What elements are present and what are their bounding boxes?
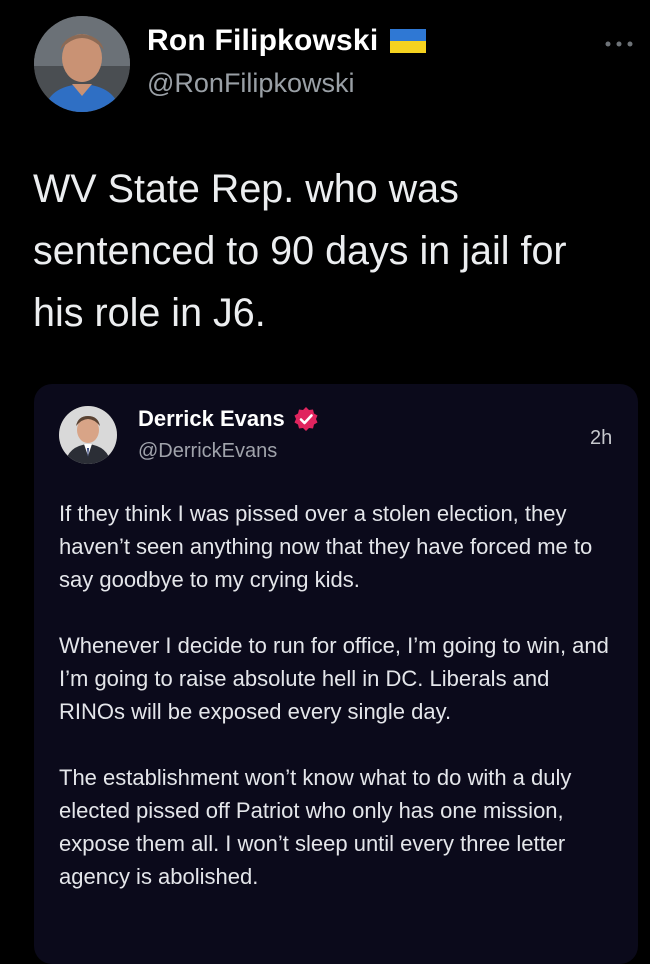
quote-paragraph: Whenever I decide to run for office, I’m… [59,633,609,724]
ukraine-flag-icon [390,29,427,53]
verified-badge-icon [293,406,319,432]
quote-author-handle[interactable]: @DerrickEvans [138,440,277,463]
quoted-tweet-card[interactable]: Derrick Evans @DerrickEvans 2h If they t… [34,384,638,964]
quote-name-row: Derrick Evans [138,406,319,432]
quote-author-name[interactable]: Derrick Evans [138,406,285,432]
more-horizontal-icon[interactable] [604,36,634,47]
tweet[interactable]: Ron Filipkowski @RonFilipkowski WV State… [0,0,650,964]
quote-paragraph: If they think I was pissed over a stolen… [59,501,593,592]
author-name-row: Ron Filipkowski [147,24,427,58]
tweet-text: WV State Rep. who was sentenced to 90 da… [33,167,567,335]
quote-author-avatar[interactable] [59,406,117,464]
quote-body: If they think I was pissed over a stolen… [59,497,619,926]
author-avatar[interactable] [34,16,130,112]
quote-paragraph: The establishment won’t know what to do … [59,765,572,889]
author-name[interactable]: Ron Filipkowski [147,24,378,58]
quote-timestamp[interactable]: 2h [590,427,612,450]
author-handle[interactable]: @RonFilipkowski [147,68,354,99]
